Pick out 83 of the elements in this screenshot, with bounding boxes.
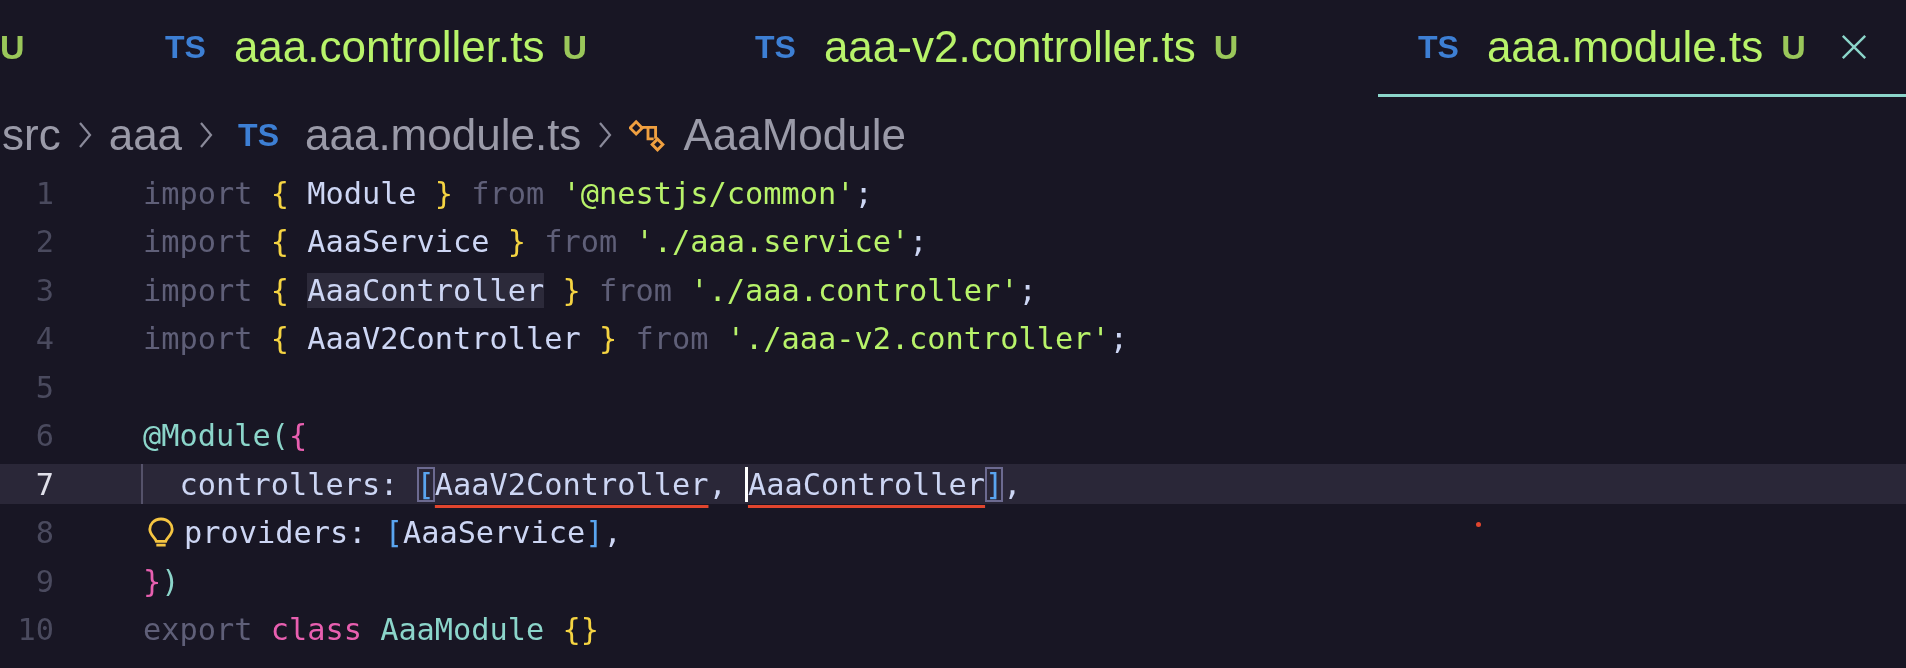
matched-bracket: [ — [416, 466, 435, 502]
close-icon[interactable] — [1839, 33, 1868, 61]
tab-label: aaa-v2.controller.ts — [823, 22, 1196, 72]
brace-text: {} — [562, 612, 600, 647]
file-type-label: TS — [1418, 28, 1459, 66]
code-text: AaaService — [402, 515, 586, 550]
keyword-text: from — [543, 224, 619, 259]
keyword-text: class — [270, 612, 363, 647]
untracked-status: U — [562, 27, 588, 67]
keyword-text: from — [634, 321, 710, 356]
error-word: AaaController — [744, 466, 986, 502]
breadcrumb-item[interactable]: AaaModule — [683, 110, 906, 160]
string-text: './aaa-v2.controller' — [726, 321, 1110, 356]
code-text: AaaV2Controller — [307, 321, 581, 356]
editor-tab[interactable]: TS aaa.controller.ts U — [125, 0, 715, 97]
code-text: , — [603, 515, 622, 550]
code-text: providers: — [184, 515, 368, 550]
bracket-text: [ — [384, 515, 403, 550]
breadcrumb-item[interactable]: aaa — [108, 110, 183, 160]
breadcrumb-item[interactable]: aaa.module.ts — [304, 110, 582, 160]
decorator-text: @Module( — [143, 418, 289, 453]
code-text: AaaService — [307, 224, 490, 259]
keyword-text: from — [598, 272, 673, 308]
brace-text: { — [270, 224, 290, 259]
chevron-icon — [597, 120, 614, 150]
code-text: , — [1003, 466, 1022, 502]
decorator-text: ) — [161, 563, 180, 599]
chevron-icon — [76, 120, 93, 150]
keyword-text: export — [143, 612, 254, 647]
string-text: '@nestjs/common' — [562, 175, 855, 211]
error-marker — [1476, 522, 1481, 527]
keyword-text: import — [143, 272, 254, 308]
line-number: 6 — [34, 418, 54, 453]
breadcrumb-item[interactable]: src — [2, 110, 61, 160]
keyword-text: import — [143, 175, 254, 211]
tab-label: aaa.controller.ts — [233, 22, 545, 72]
brace-text: { — [270, 272, 290, 308]
string-text: './aaa.controller' — [690, 272, 1019, 308]
untracked-status: U — [1781, 27, 1806, 67]
untracked-status: U — [1213, 27, 1239, 67]
file-type-label: TS — [165, 28, 206, 66]
keyword-text: import — [143, 224, 254, 259]
untracked-status: U — [0, 27, 25, 67]
line-number: 5 — [34, 369, 54, 405]
punctuation-text: ; — [1018, 272, 1037, 308]
editor-tab[interactable]: TS aaa-v2.controller.ts U — [715, 0, 1378, 97]
punctuation-text: ; — [1109, 321, 1128, 356]
code-text: , — [708, 466, 728, 502]
editor-tab[interactable]: U — [0, 0, 125, 97]
keyword-text: { — [288, 418, 308, 453]
file-type-label: TS — [238, 116, 279, 154]
decorator-text: AaaModule — [380, 612, 546, 647]
highlighted-word: AaaController — [307, 272, 545, 308]
line-number: 8 — [34, 515, 54, 550]
punctuation-text: ; — [909, 224, 928, 259]
keyword-text: from — [470, 175, 546, 211]
tab-label: aaa.module.ts — [1486, 22, 1764, 72]
line-number: 2 — [34, 224, 54, 259]
brace-text: } — [598, 321, 618, 356]
keyword-text: import — [143, 321, 254, 356]
code-text: controllers: — [178, 466, 400, 502]
code-text: Module — [307, 175, 417, 211]
matched-bracket: ] — [985, 466, 1004, 502]
string-text: './aaa.service' — [635, 224, 910, 259]
line-number: 1 — [34, 175, 54, 211]
punctuation-text: ; — [854, 175, 873, 211]
editor-tab[interactable]: TS aaa.module.ts U — [1378, 0, 1906, 97]
brace-text: } — [433, 175, 454, 211]
brace-text: } — [561, 272, 581, 308]
brace-text: } — [506, 224, 527, 259]
chevron-icon — [198, 120, 215, 150]
line-number: 10 — [16, 612, 54, 647]
bracket-text: ] — [585, 515, 604, 550]
file-type-label: TS — [755, 28, 796, 66]
line-number: 9 — [34, 563, 54, 599]
keyword-text: } — [143, 563, 162, 599]
error-word: AaaV2Controller — [434, 466, 709, 502]
lightbulb-icon[interactable] — [147, 515, 175, 550]
brace-text: { — [270, 175, 290, 211]
line-number: 4 — [34, 321, 54, 356]
brace-text: { — [270, 321, 290, 356]
line-number: 7 — [34, 466, 54, 502]
line-number: 3 — [34, 272, 54, 308]
